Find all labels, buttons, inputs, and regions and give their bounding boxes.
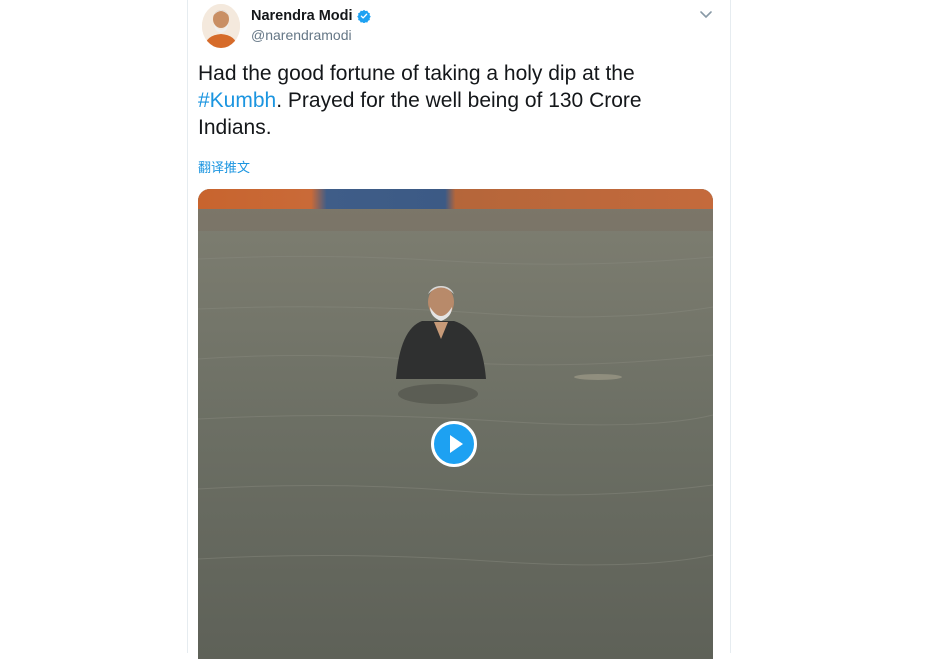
author-handle[interactable]: @narendramodi [251, 27, 371, 43]
tweet-text-part1: Had the good fortune of taking a holy di… [198, 62, 635, 85]
play-button[interactable] [431, 421, 477, 467]
avatar[interactable] [202, 4, 240, 48]
chevron-down-icon[interactable] [699, 9, 713, 21]
play-icon [450, 435, 463, 453]
hashtag-link[interactable]: #Kumbh [198, 89, 276, 112]
verified-badge-icon [356, 9, 371, 23]
tweet-text: Had the good fortune of taking a holy di… [198, 60, 698, 141]
video-media[interactable] [198, 189, 713, 659]
author-display-name[interactable]: Narendra Modi [251, 8, 353, 24]
tweet-card: Narendra Modi @narendramodi Had the good… [187, 0, 731, 659]
author-name-row[interactable]: Narendra Modi [251, 8, 371, 24]
translate-tweet-link[interactable]: 翻译推文 [198, 157, 250, 176]
profile-photo-icon [202, 4, 240, 48]
